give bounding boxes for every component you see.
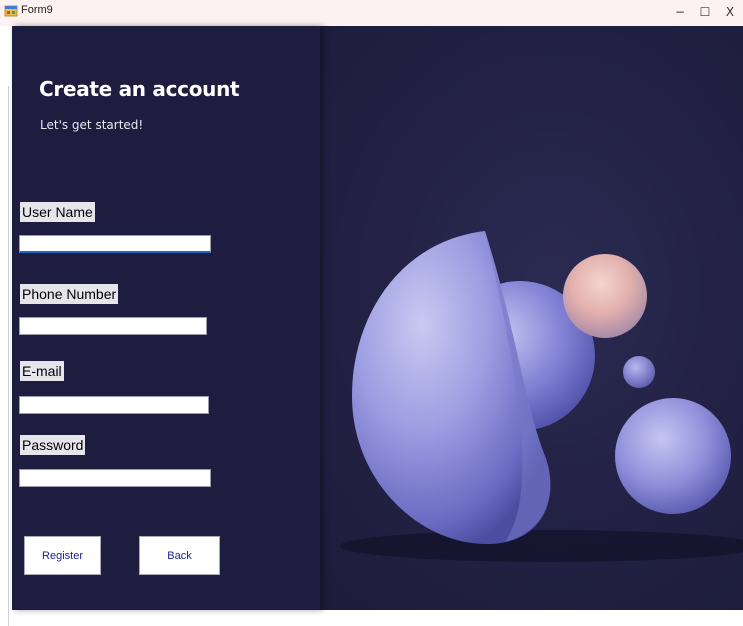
small-sphere [623, 356, 655, 388]
password-label: Password [20, 435, 86, 455]
window-title: Form9 [21, 4, 53, 16]
edge-divider [8, 86, 9, 626]
close-button[interactable]: X [719, 2, 741, 22]
phone-label: Phone Number [20, 284, 119, 304]
spheres-illustration [340, 231, 743, 562]
app-icon [4, 5, 18, 17]
phone-input[interactable] [19, 317, 207, 335]
username-label: User Name [20, 202, 95, 222]
back-button[interactable]: Back [139, 536, 220, 575]
email-label: E-mail [20, 361, 64, 381]
maximize-button[interactable]: ☐ [694, 2, 716, 22]
decorative-image-panel [320, 26, 743, 610]
pink-sphere [563, 254, 647, 338]
minimize-button[interactable]: − [669, 2, 691, 22]
page-title: Create an account [39, 77, 240, 101]
page-subtitle: Let's get started! [40, 118, 144, 132]
email-input[interactable] [19, 396, 209, 414]
right-sphere [615, 398, 731, 514]
floor-shadow [340, 530, 743, 562]
register-button[interactable]: Register [24, 536, 101, 575]
password-input[interactable] [19, 469, 211, 487]
title-bar: Form9 − ☐ X [0, 0, 743, 26]
username-input[interactable] [19, 235, 211, 253]
window-left-edge [0, 26, 12, 626]
